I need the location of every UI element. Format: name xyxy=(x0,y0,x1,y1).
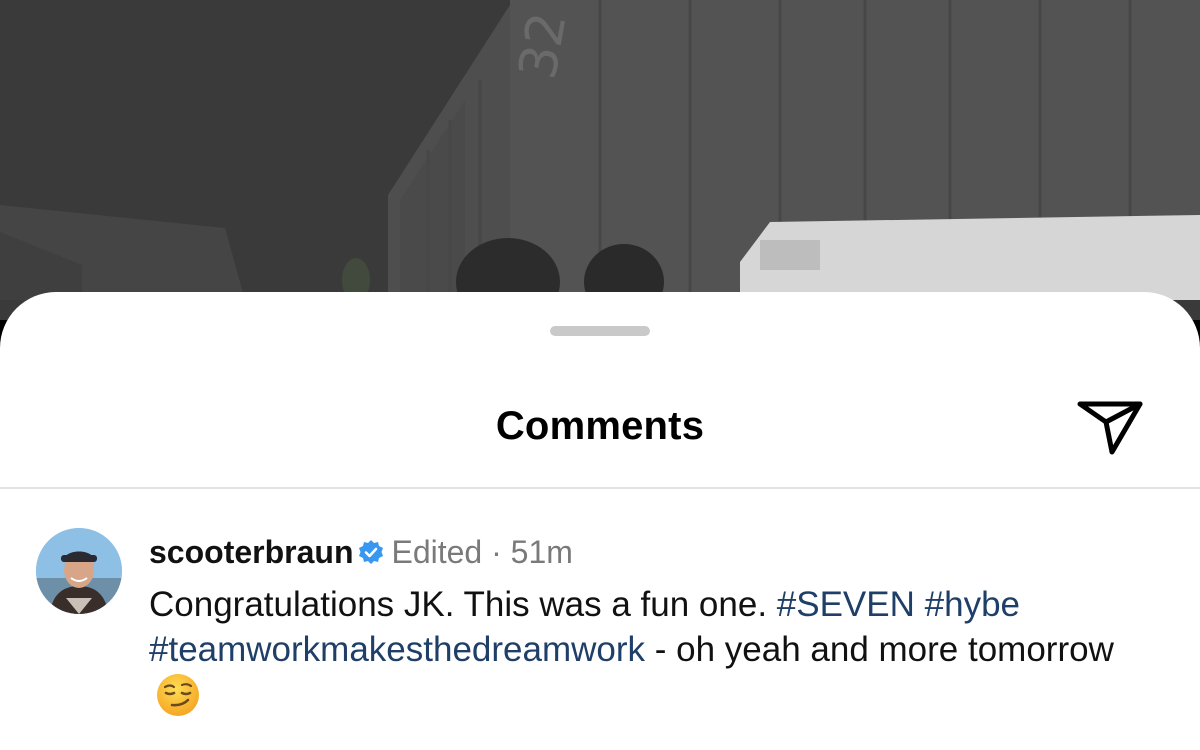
header-divider xyxy=(0,487,1200,489)
comment-text: Congratulations JK. This was a fun one. … xyxy=(149,582,1159,719)
screen: 32 Comments scooterbraun Edited · 51m Co… xyxy=(0,0,1200,750)
hashtag-link[interactable]: #teamworkmakesthedreamwork xyxy=(149,630,645,669)
send-paper-plane-icon xyxy=(1077,401,1143,455)
meta-separator: · xyxy=(491,534,502,570)
comment-header: scooterbraun Edited · 51m xyxy=(149,532,573,572)
svg-text:32: 32 xyxy=(508,8,579,84)
share-button[interactable] xyxy=(1074,394,1146,458)
sheet-drag-handle[interactable] xyxy=(550,326,650,336)
verified-badge-icon xyxy=(359,540,384,564)
comment-edited-status: Edited xyxy=(391,534,483,570)
photo-scene: 32 xyxy=(0,0,1200,320)
background-post-photo[interactable]: 32 xyxy=(0,0,1200,320)
comment-timestamp: 51m xyxy=(510,534,573,570)
smirking-face-emoji xyxy=(157,674,199,716)
comments-sheet: Comments scooterbraun Edited · 51m Congr… xyxy=(0,292,1200,750)
comment-item: scooterbraun Edited · 51m Congratulation… xyxy=(0,528,1200,728)
avatar[interactable] xyxy=(36,528,122,614)
hashtag-link[interactable]: #SEVEN xyxy=(777,585,915,624)
avatar-photo xyxy=(36,528,122,614)
hashtag-link[interactable]: #hybe xyxy=(925,585,1020,624)
comment-text-start: Congratulations JK. This was a fun one. xyxy=(149,585,768,624)
comment-username[interactable]: scooterbraun xyxy=(149,534,353,570)
sheet-title: Comments xyxy=(495,404,705,448)
comment-text-end: - oh yeah and more tomorrow xyxy=(654,630,1114,669)
